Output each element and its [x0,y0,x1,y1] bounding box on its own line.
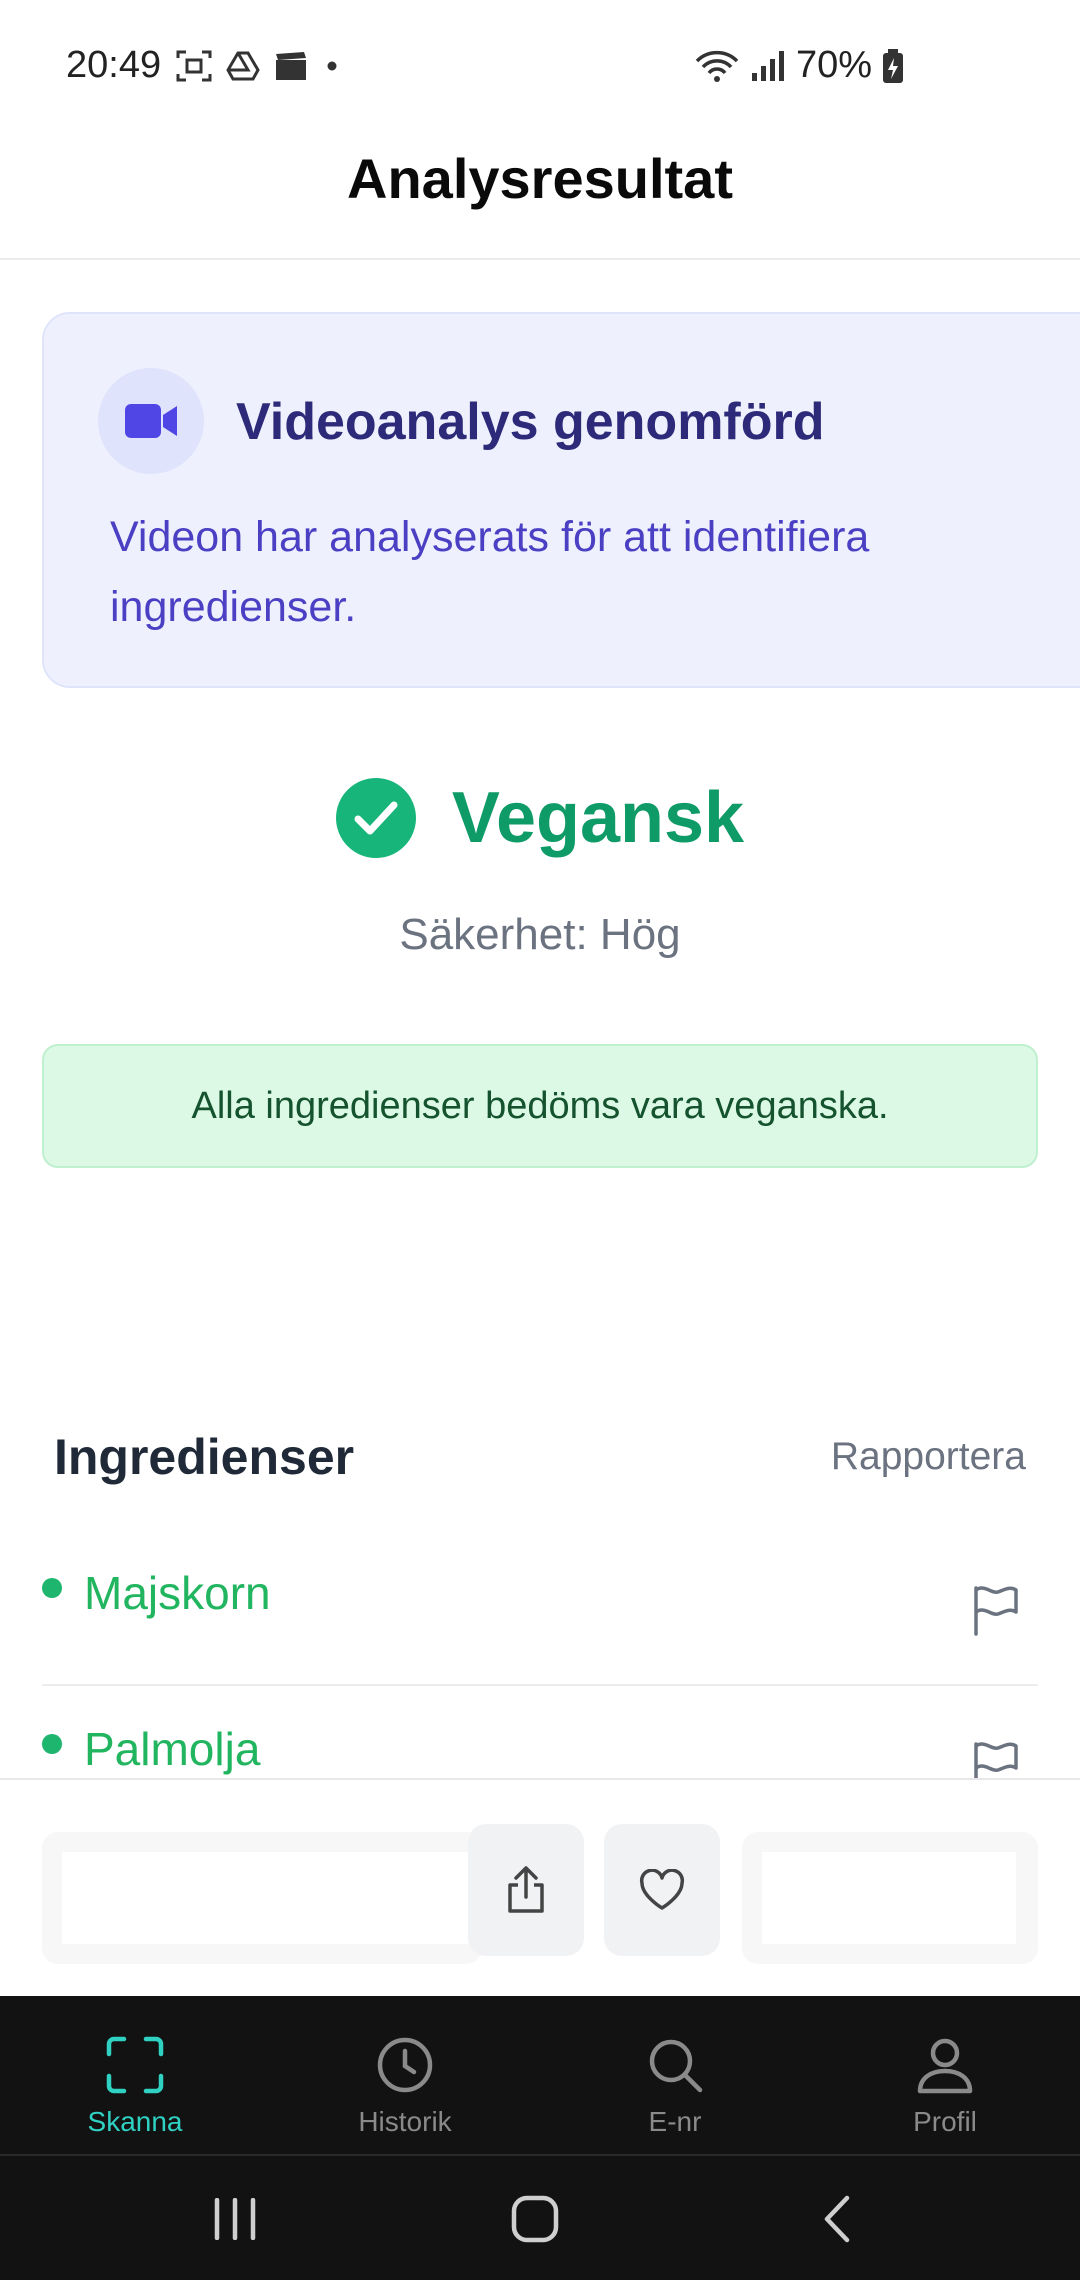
tab-e-nr[interactable]: E-nr [540,1996,810,2154]
clock-icon [377,2037,433,2093]
back-icon [824,2195,850,2243]
home-button[interactable] [480,2156,590,2280]
ingredient-name: Majskorn [84,1567,271,1619]
share-button[interactable] [468,1824,584,1956]
flag-icon[interactable] [972,1740,1020,1780]
report-link[interactable]: Rapportera [831,1435,1026,1479]
recent-apps-button[interactable] [180,2156,290,2280]
flag-icon[interactable] [972,1584,1020,1636]
system-nav-bar [0,2154,1080,2280]
recent-apps-icon [214,2198,256,2240]
tab-profil[interactable]: Profil [810,1996,1080,2154]
ingredient-row: Majskorn [42,1530,1038,1686]
scan-icon [106,2036,164,2094]
action-bar [0,1778,1080,1996]
drive-icon [226,51,260,81]
video-analysis-card: Videoanalys genomförd Videon har analyse… [42,312,1080,688]
share-icon [508,1866,544,1913]
action-placeholder-left [42,1832,502,1964]
clapper-icon [276,52,306,80]
battery-percent: 70% [795,44,872,86]
action-placeholder-right [742,1832,1038,1964]
tab-label: Profil [913,2106,977,2137]
status-time: 20:49 [66,44,162,86]
status-notification-icons [176,50,342,82]
check-circle-icon [335,778,416,858]
video-card-description: Videon har analyserats för att identifie… [110,513,870,631]
verdict-label: Vegansk [451,778,745,858]
ingredients-heading: Ingredienser [54,1429,355,1485]
home-icon [511,2195,559,2243]
bottom-tab-bar: Skanna Historik E-nr Profil [0,1996,1080,2154]
ingredient-row: Palmolja [42,1686,1038,1780]
screenshot-icon [176,50,212,82]
vegan-status-dot [42,1734,62,1754]
video-icon-badge [98,368,204,474]
tab-skanna[interactable]: Skanna [0,1996,270,2154]
ingredients-list: Majskorn Palmolja [42,1530,1038,1780]
tab-historik[interactable]: Historik [270,1996,540,2154]
ingredients-header: Ingredienser Rapportera [54,1428,1026,1486]
tab-label: Historik [358,2106,452,2137]
page-title: Analysresultat [347,147,733,210]
app-bar: Analysresultat [0,136,1080,260]
video-camera-icon [125,404,177,438]
heart-icon [639,1869,685,1910]
back-button[interactable] [782,2156,892,2280]
status-right: 70% [694,44,904,87]
verdict: Vegansk [0,768,1080,868]
user-icon [917,2038,973,2094]
video-card-title: Videoanalys genomförd [236,393,825,451]
ingredient-name: Palmolja [84,1723,261,1775]
search-icon [649,2039,703,2093]
favorite-button[interactable] [604,1824,720,1956]
signal-icon [751,50,784,81]
wifi-icon [695,50,739,82]
status-bar: 20:49 70% [0,0,1080,136]
vegan-note-text: Alla ingredienser bedöms vara veganska. [191,1084,889,1127]
tab-label: Skanna [87,2106,183,2137]
confidence-text: Säkerhet: Hög [399,910,681,959]
dot-icon [327,61,337,71]
tab-label: E-nr [648,2106,702,2137]
vegan-status-dot [42,1578,62,1598]
vegan-note: Alla ingredienser bedöms vara veganska. [42,1044,1038,1168]
battery-charging-icon [883,48,903,83]
